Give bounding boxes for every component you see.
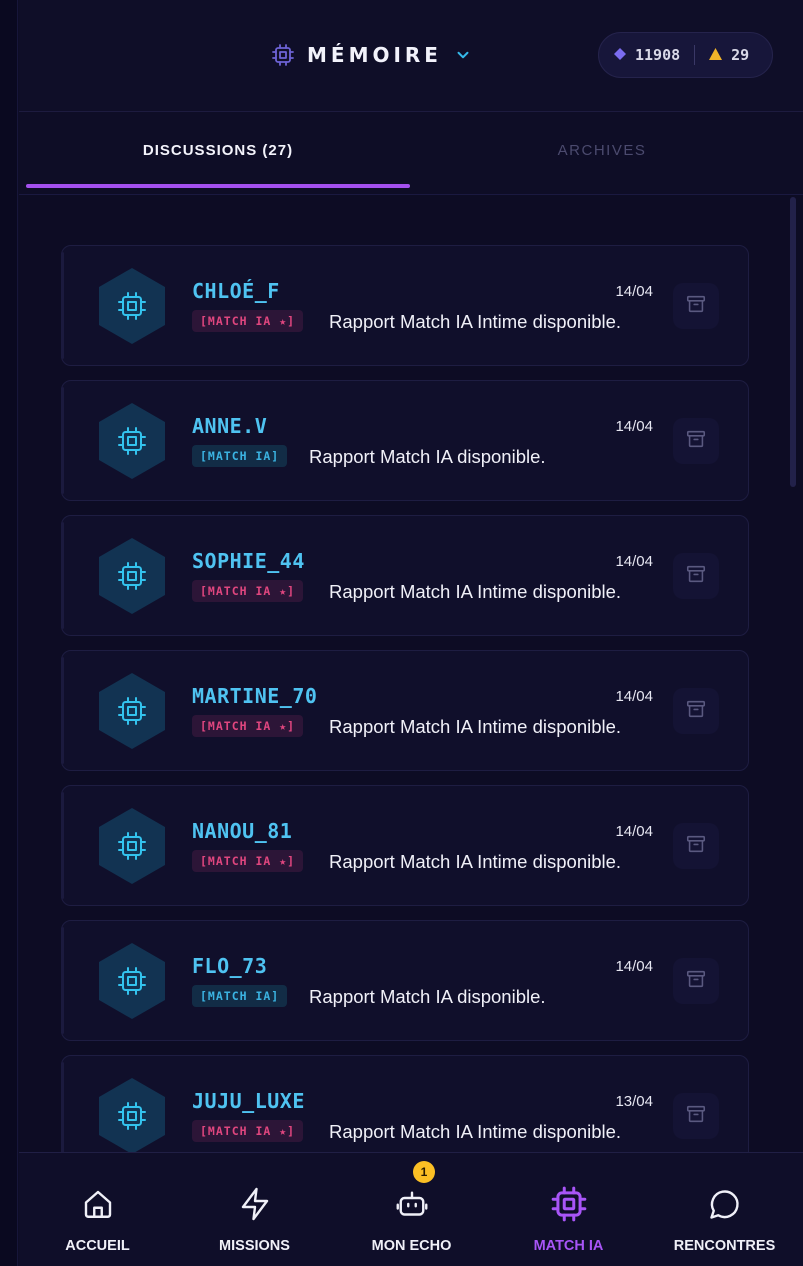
home-icon [79, 1185, 117, 1223]
message-date: 13/04 [615, 1093, 653, 1110]
active-tab-indicator [26, 184, 410, 188]
message-preview: Rapport Match IA disponible. [309, 986, 546, 1007]
conversation-list[interactable]: CHLOÉ_F 14/04 [MATCH IA ★] Rapport Match IA… [19, 195, 803, 1152]
page-title: MÉMOIRE [307, 43, 442, 67]
message-preview: Rapport Match IA disponible. [309, 446, 546, 467]
nav-label: MATCH IA [533, 1238, 604, 1254]
conversation-card[interactable]: NANOU_81 14/04 [MATCH IA ★] Rapport Match I… [61, 785, 749, 906]
contact-name: ANNE.V [192, 414, 268, 438]
scrollbar-thumb[interactable] [790, 197, 796, 487]
contact-name: MARTINE_70 [192, 684, 318, 708]
message-date: 14/04 [615, 283, 653, 300]
avatar [93, 807, 171, 885]
archive-icon [685, 428, 707, 455]
match-tag: [MATCH IA] [192, 445, 288, 467]
message-date: 14/04 [615, 553, 653, 570]
nav-missions[interactable]: MISSIONS [176, 1153, 333, 1266]
match-tag: [MATCH IA] [192, 985, 288, 1007]
notification-badge: 1 [413, 1161, 435, 1183]
conversation-card[interactable]: FLO_73 14/04 [MATCH IA] Rapport Match IA di… [61, 920, 749, 1041]
message-preview: Rapport Match IA Intime disponible. [329, 851, 622, 872]
archive-icon [685, 833, 707, 860]
nav-rencontres[interactable]: RENCONTRES [646, 1153, 803, 1266]
nav-label: RENCONTRES [673, 1238, 776, 1254]
app: MÉMOIRE 11908 29 DISCUSSIONS (27) ARCHIV… [0, 0, 803, 1266]
left-edge [0, 0, 18, 1266]
nav-label: MISSIONS [219, 1238, 290, 1254]
tab-bar: DISCUSSIONS (27) ARCHIVES [26, 112, 796, 194]
avatar [93, 1077, 171, 1152]
lightning-icon [236, 1185, 274, 1223]
contact-name: FLO_73 [192, 954, 268, 978]
triangle-icon [709, 46, 723, 64]
archive-button[interactable] [673, 418, 719, 464]
tab-discussions[interactable]: DISCUSSIONS (27) [26, 112, 410, 188]
conversation-card[interactable]: MARTINE_70 14/04 [MATCH IA ★] Rapport Match… [61, 650, 749, 771]
message-date: 14/04 [615, 958, 653, 975]
nav-mon-echo[interactable]: MON ECHO [333, 1153, 490, 1266]
archive-button[interactable] [673, 553, 719, 599]
memory-dropdown[interactable]: MÉMOIRE [271, 40, 472, 70]
match-tag: [MATCH IA ★] [192, 850, 304, 872]
archive-icon [685, 293, 707, 320]
archive-icon [685, 563, 707, 590]
cpu-chip-icon [271, 43, 295, 67]
alert-count: 29 [731, 46, 750, 64]
archive-button[interactable] [673, 823, 719, 869]
archive-icon [685, 968, 707, 995]
header: MÉMOIRE 11908 29 [19, 0, 803, 112]
chat-bubble-icon [706, 1185, 744, 1223]
message-date: 14/04 [615, 418, 653, 435]
conversation-card[interactable]: SOPHIE_44 14/04 [MATCH IA ★] Rapport Match … [61, 515, 749, 636]
message-preview: Rapport Match IA Intime disponible. [329, 716, 622, 737]
bottom-nav: ACCUEIL MISSIONS MON ECHO MATCH IA RENCO… [19, 1152, 803, 1266]
archive-button[interactable] [673, 958, 719, 1004]
avatar [93, 267, 171, 345]
avatar [93, 402, 171, 480]
conversation-card[interactable]: JUJU_LUXE 13/04 [MATCH IA ★] Rapport Match … [61, 1055, 749, 1152]
match-tag: [MATCH IA ★] [192, 580, 304, 602]
match-tag: [MATCH IA ★] [192, 1120, 304, 1142]
archive-icon [685, 698, 707, 725]
contact-name: NANOU_81 [192, 819, 293, 843]
archive-icon [685, 1103, 707, 1130]
conversation-card[interactable]: ANNE.V 14/04 [MATCH IA] Rapport Match IA di… [61, 380, 749, 501]
cpu-chip-icon [550, 1185, 588, 1223]
diamond-icon [614, 46, 626, 64]
contact-name: SOPHIE_44 [192, 549, 305, 573]
nav-label: ACCUEIL [65, 1238, 130, 1254]
message-preview: Rapport Match IA Intime disponible. [329, 311, 622, 332]
conversation-card[interactable]: CHLOÉ_F 14/04 [MATCH IA ★] Rapport Match IA… [61, 245, 749, 366]
archive-button[interactable] [673, 688, 719, 734]
chevron-down-icon [454, 46, 472, 64]
match-tag: [MATCH IA ★] [192, 310, 304, 332]
avatar [93, 672, 171, 750]
gem-balance: 11908 [614, 46, 680, 64]
robot-icon [393, 1185, 431, 1223]
nav-accueil[interactable]: ACCUEIL [19, 1153, 176, 1266]
alert-balance: 29 [709, 46, 749, 64]
archive-button[interactable] [673, 283, 719, 329]
message-date: 14/04 [615, 823, 653, 840]
message-preview: Rapport Match IA Intime disponible. [329, 1121, 622, 1142]
gem-count: 11908 [635, 46, 681, 64]
tab-archives[interactable]: ARCHIVES [410, 112, 794, 188]
archive-button[interactable] [673, 1093, 719, 1139]
contact-name: CHLOÉ_F [192, 279, 280, 303]
wallet-pill[interactable]: 11908 29 [598, 32, 773, 78]
nav-label: MON ECHO [371, 1238, 452, 1254]
avatar [93, 537, 171, 615]
nav-match-ia[interactable]: MATCH IA [490, 1153, 647, 1266]
message-preview: Rapport Match IA Intime disponible. [329, 581, 622, 602]
contact-name: JUJU_LUXE [192, 1089, 305, 1113]
wallet-divider [694, 45, 696, 65]
match-tag: [MATCH IA ★] [192, 715, 304, 737]
message-date: 14/04 [615, 688, 653, 705]
avatar [93, 942, 171, 1020]
